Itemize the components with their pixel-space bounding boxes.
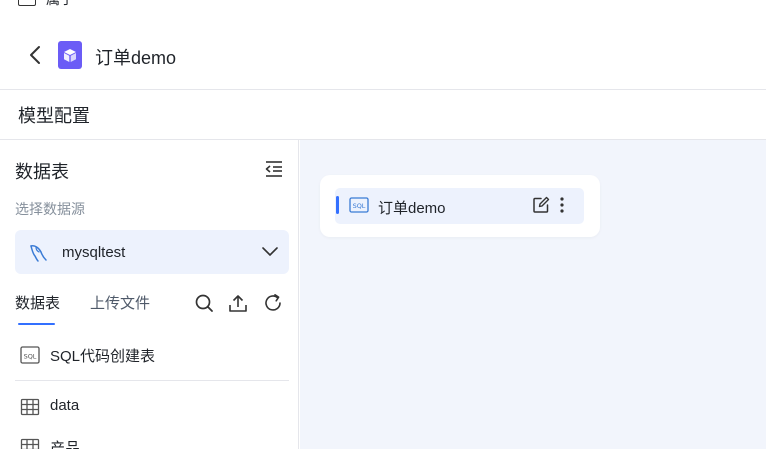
datasource-select[interactable]: mysqltest — [15, 230, 289, 274]
panel-tabs: 数据表 上传文件 — [15, 292, 289, 326]
table-icon — [18, 0, 36, 6]
list-item-sql-create[interactable]: SQL SQL代码创建表 — [15, 337, 289, 373]
svg-text:SQL: SQL — [24, 353, 37, 361]
top-partial-label: 属子 — [46, 0, 74, 6]
model-node[interactable]: SQL 订单demo — [335, 188, 584, 224]
dataset-app-icon — [58, 41, 82, 69]
table-icon — [20, 438, 40, 449]
model-node-card: SQL 订单demo — [320, 175, 600, 237]
refresh-icon[interactable] — [262, 292, 284, 314]
datasource-label: 选择数据源 — [15, 201, 85, 217]
more-options-icon[interactable] — [555, 196, 569, 214]
page-title: 订单demo — [95, 48, 177, 68]
chevron-down-icon — [262, 247, 278, 256]
active-tab-indicator — [18, 323, 55, 325]
section-title: 模型配置 — [18, 106, 90, 126]
sql-icon: SQL — [349, 197, 369, 213]
search-icon[interactable] — [193, 292, 215, 314]
list-item-table-data[interactable]: data — [15, 389, 289, 425]
panel-title: 数据表 — [15, 162, 69, 182]
back-button[interactable] — [26, 44, 44, 66]
chevron-left-icon — [30, 46, 40, 64]
top-partial-item: 属子 — [18, 0, 74, 6]
header: 订单demo — [0, 30, 766, 80]
mysql-icon — [30, 245, 47, 262]
svg-text:SQL: SQL — [353, 202, 366, 210]
tab-tables[interactable]: 数据表 — [15, 292, 60, 313]
collapse-panel-icon[interactable] — [264, 160, 284, 178]
node-accent-bar — [336, 196, 339, 214]
list-item-label: 产品 — [50, 440, 81, 449]
list-item-label: SQL代码创建表 — [50, 348, 156, 365]
divider — [0, 89, 766, 90]
list-item-label: data — [50, 397, 80, 414]
table-icon — [20, 398, 40, 416]
tab-upload-file[interactable]: 上传文件 — [90, 292, 150, 313]
divider — [15, 380, 289, 381]
node-label: 订单demo — [378, 200, 446, 217]
list-item-table-product[interactable]: 产品 — [15, 429, 289, 449]
table-panel: 数据表 选择数据源 mysqltest 数据表 上传文件 SQL SQL代码创建… — [0, 140, 299, 449]
model-canvas[interactable]: SQL 订单demo — [300, 140, 766, 449]
upload-icon[interactable] — [227, 292, 249, 314]
edit-icon[interactable] — [532, 196, 550, 214]
datasource-value: mysqltest — [62, 244, 126, 261]
sql-icon: SQL — [20, 346, 40, 364]
